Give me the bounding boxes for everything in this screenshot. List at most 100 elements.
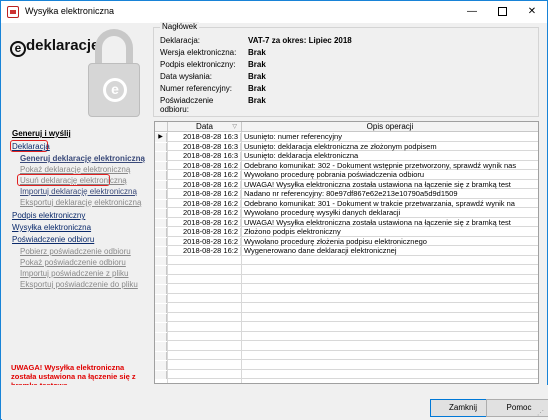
row-indicator — [155, 161, 167, 170]
table-row[interactable]: 2018-08-28 16:2 Wywołano procedurę złożen… — [155, 237, 538, 246]
row-indicator — [155, 190, 167, 199]
sidebar-item-show-receipt[interactable]: Pokaż poświadczenie odbioru — [20, 258, 126, 267]
empty-row — [155, 323, 538, 332]
resize-grip-icon[interactable]: ⋰ — [537, 409, 546, 418]
sidebar-item-generate-send[interactable]: Generuj i wyślij — [12, 129, 71, 138]
app-icon — [7, 6, 19, 18]
bottom-bar: Zamknij Pomoc — [2, 385, 548, 420]
cell-description: Złożono podpis elektroniczny — [244, 228, 341, 236]
minimize-button[interactable]: — — [457, 1, 487, 23]
cell-date: 2018-08-28 16:3 — [168, 152, 241, 161]
header-value: Brak — [248, 96, 266, 105]
row-indicator — [155, 361, 167, 370]
empty-row — [155, 361, 538, 370]
header-label: Podpis elektroniczny: — [160, 60, 236, 69]
empty-row — [155, 370, 538, 379]
row-indicator — [155, 180, 167, 189]
cell-date: 2018-08-28 16:2 — [168, 228, 241, 237]
table-row[interactable]: 2018-08-28 16:2 Wywołano procedurę wysyłk… — [155, 209, 538, 218]
empty-row — [155, 332, 538, 341]
row-indicator — [155, 209, 167, 218]
empty-row — [155, 351, 538, 360]
sidebar-item-generate-declaration[interactable]: Generuj deklarację elektroniczną — [20, 154, 145, 163]
table-row[interactable]: 2018-08-28 16:2 Odebrano komunikat: 302 -… — [155, 161, 538, 170]
sidebar-item-signature[interactable]: Podpis elektroniczny — [12, 211, 85, 220]
table-row[interactable]: 2018-08-28 16:2 Wygenerowano dane deklara… — [155, 247, 538, 256]
cell-description: Usunięto: deklaracja elektroniczna — [244, 152, 359, 160]
sidebar-item-export-receipt[interactable]: Eksportuj poświadczenie do pliku — [20, 280, 138, 289]
row-indicator — [155, 247, 167, 256]
sidebar-item-export-declaration[interactable]: Eksportuj deklarację elektroniczną — [20, 198, 141, 207]
cell-description: UWAGA! Wysyłka elektroniczna została ust… — [244, 180, 511, 189]
empty-row — [155, 266, 538, 275]
row-indicator — [155, 285, 167, 294]
sidebar-item-electronic-sending[interactable]: Wysyłka elektroniczna — [12, 223, 91, 232]
grid-header: Data ▽ Opis operacji — [155, 122, 538, 132]
sidebar-item-show-declaration[interactable]: Pokaż deklarację elektroniczną — [20, 165, 130, 174]
logo-text: e deklaracje — [10, 37, 99, 57]
empty-row — [155, 285, 538, 294]
maximize-icon — [497, 6, 507, 16]
logo-label: deklaracje — [26, 37, 100, 54]
empty-row — [155, 304, 538, 313]
cell-description: Odebrano komunikat: 301 - Dokument w tra… — [244, 199, 515, 208]
row-indicator — [155, 342, 167, 351]
table-row[interactable]: 2018-08-28 16:2 Odebrano komunikat: 301 -… — [155, 199, 538, 208]
table-row[interactable]: 2018-08-28 16:3 Usunięto: deklaracja elek… — [155, 152, 538, 161]
row-indicator — [155, 304, 167, 313]
cell-date: 2018-08-28 16:2 — [168, 180, 241, 189]
sidebar-item-download-receipt[interactable]: Pobierz poświadczenie odbioru — [20, 247, 131, 256]
padlock-icon: e — [88, 63, 140, 117]
empty-row — [155, 294, 538, 303]
row-indicator — [155, 142, 167, 151]
cell-description: Wywołano procedurę pobrania poświadczeni… — [244, 171, 425, 179]
empty-row — [155, 256, 538, 265]
maximize-button[interactable] — [487, 1, 517, 23]
cell-date: 2018-08-28 16:3 — [168, 142, 241, 151]
row-indicator — [155, 294, 167, 303]
grid-corner — [155, 122, 168, 132]
table-row[interactable]: 2018-08-28 16:2 Złożono podpis elektronic… — [155, 228, 538, 237]
empty-row — [155, 275, 538, 284]
header-value: Brak — [248, 84, 266, 93]
cell-description: Usunięto: deklaracja elektroniczna ze zł… — [244, 142, 437, 151]
edeklaracje-logo: e deklaracje e — [2, 23, 152, 121]
table-row[interactable]: 2018-08-28 16:2 Nadano nr referencyjny: 8… — [155, 190, 538, 199]
row-indicator — [155, 313, 167, 322]
table-row[interactable]: 2018-08-28 16:2 UWAGA! Wysyłka elektronic… — [155, 218, 538, 227]
cell-date: 2018-08-28 16:3 — [168, 133, 241, 142]
window-title: Wysyłka elektroniczna — [25, 6, 114, 16]
title-bar[interactable]: Wysyłka elektroniczna — ✕ — [1, 1, 547, 23]
close-window-button[interactable]: ✕ — [517, 1, 547, 23]
current-row-icon: ▶ — [155, 133, 167, 142]
sidebar-item-import-receipt[interactable]: Importuj poświadczenie z pliku — [20, 269, 129, 278]
empty-row — [155, 313, 538, 322]
header-label: Data wysłania: — [160, 72, 213, 81]
table-row[interactable]: 2018-08-28 16:2 UWAGA! Wysyłka elektronic… — [155, 180, 538, 189]
table-row[interactable]: ▶ 2018-08-28 16:3 Usunięto: numer referenc… — [155, 133, 538, 142]
sidebar: Generuj i wyślij Deklaracja Generuj dekl… — [2, 121, 152, 390]
row-indicator — [155, 237, 167, 246]
row-indicator — [155, 323, 167, 332]
row-indicator — [155, 228, 167, 237]
sidebar-item-import-declaration[interactable]: Importuj deklarację elektroniczną — [20, 187, 137, 196]
operations-grid[interactable]: Data ▽ Opis operacji ▶ 2018-08-28 16:3 Usun… — [154, 121, 539, 384]
table-row[interactable]: 2018-08-28 16:3 Usunięto: deklaracja elek… — [155, 142, 538, 151]
row-indicator — [155, 275, 167, 284]
column-header-date[interactable]: Data ▽ — [168, 122, 242, 132]
sidebar-item-declaration[interactable]: Deklaracja — [12, 142, 50, 151]
row-indicator — [155, 256, 167, 265]
table-row[interactable]: 2018-08-28 16:2 Wywołano procedurę pobran… — [155, 171, 538, 180]
cell-description: UWAGA! Wysyłka elektroniczna została ust… — [244, 218, 511, 227]
column-header-label: Data — [196, 122, 213, 131]
cell-date: 2018-08-28 16:2 — [168, 161, 241, 170]
sidebar-item-receipt[interactable]: Poświadczenie odbioru — [12, 235, 94, 244]
row-indicator — [155, 370, 167, 379]
cell-description: Wywołano procedurę złożenia podpisu elek… — [244, 237, 427, 246]
header-label: Deklaracja: — [160, 36, 201, 45]
sidebar-item-delete-declaration[interactable]: Usuń deklarację elektroniczną — [20, 176, 127, 185]
row-indicator — [155, 199, 167, 208]
column-header-description[interactable]: Opis operacji — [242, 122, 538, 132]
cell-date: 2018-08-28 16:2 — [168, 237, 241, 246]
row-indicator — [155, 351, 167, 360]
